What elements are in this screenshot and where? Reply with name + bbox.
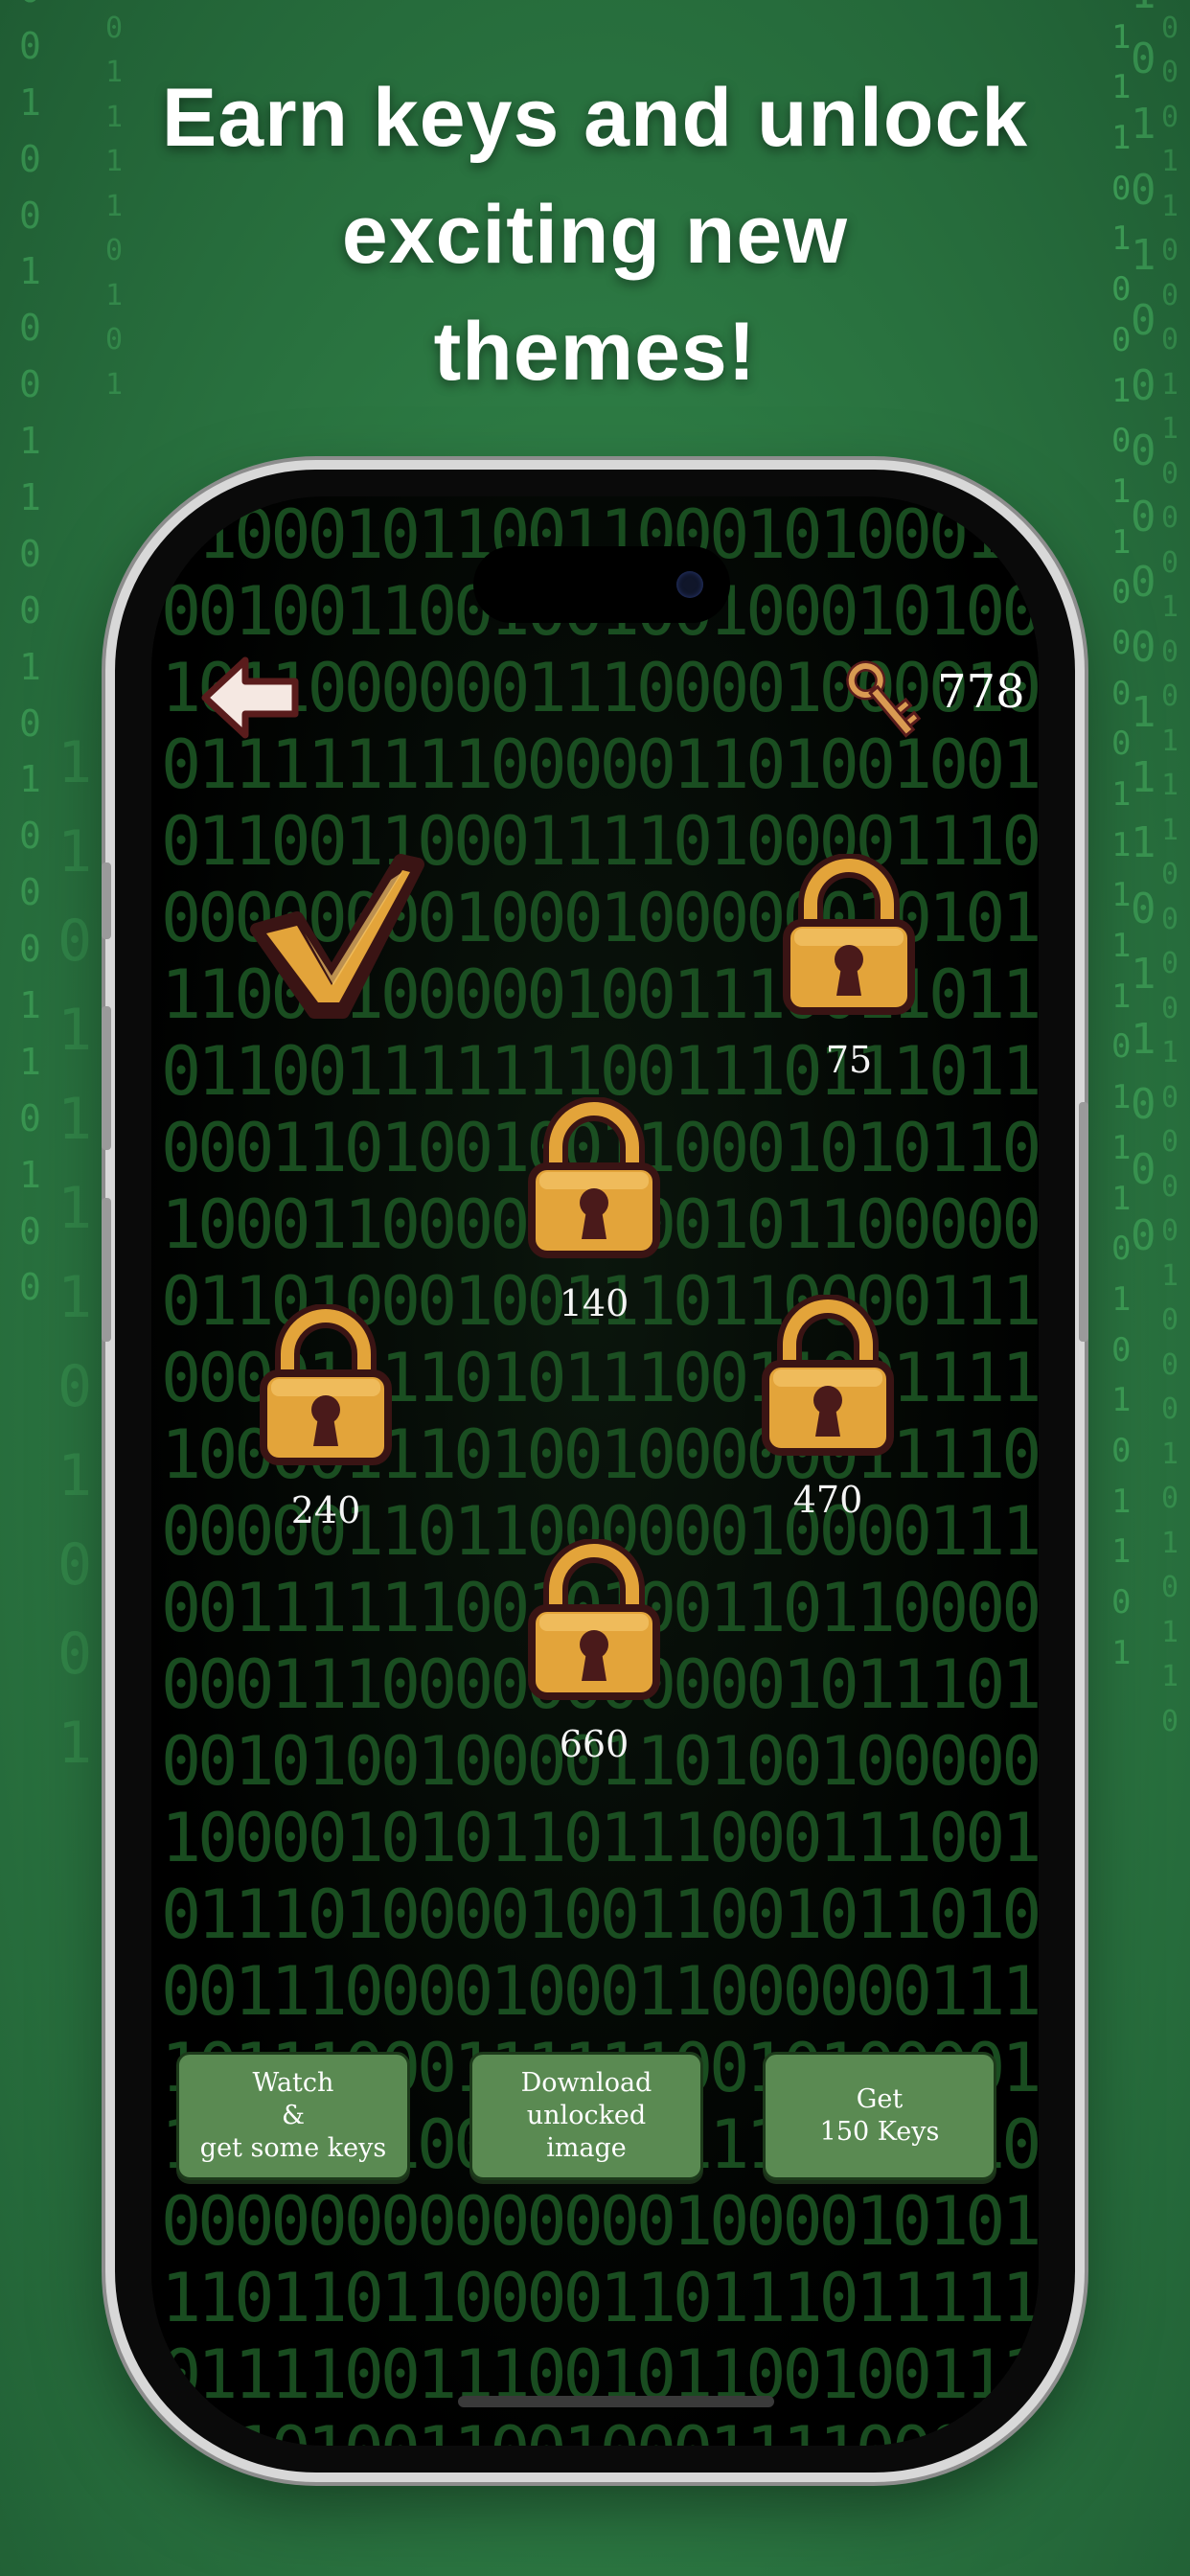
watch-ad-button[interactable]: Watch & get some keys bbox=[176, 2052, 410, 2180]
buy-keys-button[interactable]: Get 150 Keys bbox=[763, 2052, 996, 2180]
app-screen: 010001011001100010100011 001001100100100… bbox=[151, 496, 1039, 2446]
price-label: 470 bbox=[792, 1479, 863, 1521]
promo-headline: Earn keys and unlock exciting new themes… bbox=[0, 59, 1190, 410]
headline-line-2: exciting new bbox=[341, 189, 849, 281]
headline-line-1: Earn keys and unlock bbox=[161, 72, 1029, 164]
volume-down-button bbox=[102, 1198, 111, 1342]
power-button bbox=[1079, 1102, 1088, 1342]
dynamic-island bbox=[473, 546, 730, 623]
download-image-button[interactable]: Download unlocked image bbox=[469, 2052, 703, 2180]
padlock-icon bbox=[762, 1295, 894, 1456]
price-label: 75 bbox=[825, 1039, 873, 1081]
binary-column: 110111101001 bbox=[57, 729, 93, 1777]
phone-frame: 010001011001100010100011 001001100100100… bbox=[102, 470, 1088, 2472]
back-arrow-icon[interactable] bbox=[199, 655, 305, 741]
padlock-icon bbox=[260, 1304, 392, 1465]
padlock-icon bbox=[528, 1097, 660, 1258]
key-icon bbox=[846, 660, 922, 738]
key-count: 778 bbox=[937, 665, 1025, 719]
padlock-icon bbox=[783, 854, 915, 1015]
home-indicator[interactable] bbox=[458, 2396, 774, 2407]
price-label: 140 bbox=[559, 1282, 629, 1324]
price-label: 660 bbox=[559, 1723, 629, 1765]
padlock-icon bbox=[528, 1539, 660, 1700]
app-store-screenshot: { "headline": { "line1": "Earn keys and … bbox=[0, 0, 1190, 2576]
volume-up-button bbox=[102, 1006, 111, 1150]
headline-line-3: themes! bbox=[433, 306, 757, 398]
checkmark-icon[interactable] bbox=[247, 841, 429, 1024]
front-camera bbox=[676, 571, 703, 598]
action-button bbox=[102, 862, 111, 939]
price-label: 240 bbox=[290, 1489, 361, 1531]
